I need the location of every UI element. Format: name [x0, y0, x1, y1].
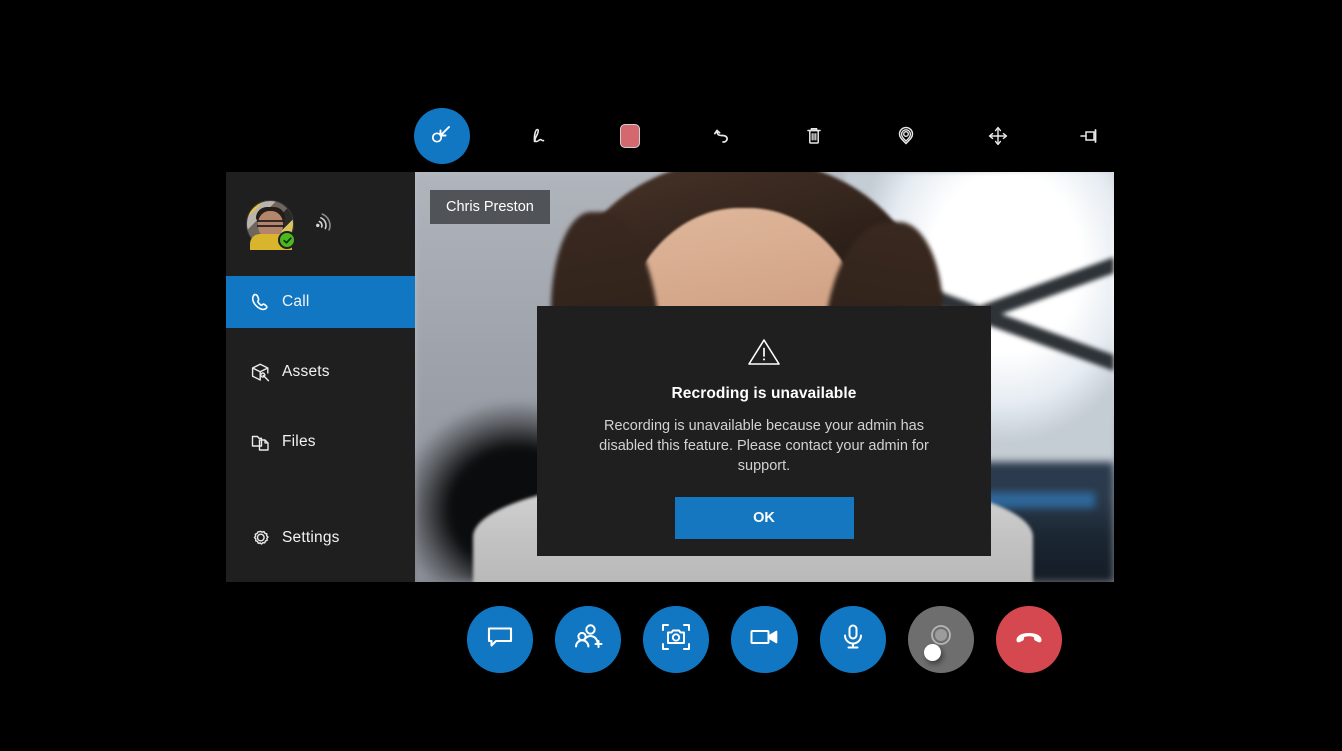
tool-ink-pen[interactable] — [514, 108, 562, 164]
tool-delete[interactable] — [790, 108, 838, 164]
hang-up-icon — [1012, 620, 1046, 659]
sidebar-item-assets[interactable]: Assets — [226, 346, 415, 398]
video-button[interactable] — [731, 606, 797, 673]
avatar[interactable] — [246, 200, 294, 248]
sidebar-item-label: Assets — [282, 363, 330, 381]
recording-unavailable-dialog: Recroding is unavailable Recording is un… — [537, 306, 991, 556]
ink-pen-icon — [523, 121, 553, 151]
select-arrow-icon — [427, 119, 457, 154]
tool-color-swatch[interactable] — [606, 108, 654, 164]
sidebar-profile-header — [226, 172, 415, 276]
snapshot-button[interactable] — [643, 606, 709, 673]
box-3d-icon — [248, 360, 282, 385]
phone-icon — [248, 290, 282, 315]
sidebar-spacer-4 — [226, 564, 415, 582]
mouse-cursor-dot — [924, 644, 941, 661]
pin-tack-icon — [1075, 121, 1105, 151]
files-icon — [248, 430, 282, 455]
annotation-toolbar — [414, 108, 1114, 164]
tool-pin[interactable] — [1066, 108, 1114, 164]
delete-trash-icon — [799, 121, 829, 151]
sidebar-item-files[interactable]: Files — [226, 416, 415, 468]
dialog-message: Recording is unavailable because your ad… — [579, 416, 949, 476]
sidebar: Call Assets — [226, 172, 415, 582]
hang-up-button[interactable] — [996, 606, 1062, 673]
anchor-pin-icon — [891, 121, 921, 151]
sidebar-spacer-2 — [226, 398, 415, 416]
add-person-icon — [571, 620, 605, 659]
add-people-button[interactable] — [555, 606, 621, 673]
sidebar-item-label: Settings — [282, 529, 340, 547]
microphone-button[interactable] — [820, 606, 886, 673]
app-root: Call Assets — [0, 0, 1342, 751]
move-arrows-icon — [983, 121, 1013, 151]
ok-button[interactable]: OK — [675, 497, 854, 539]
sidebar-spacer-1 — [226, 328, 415, 346]
call-controls-bar — [467, 601, 1062, 677]
presence-available-badge — [278, 231, 296, 249]
sidebar-spacer-3 — [226, 468, 415, 512]
undo-icon — [707, 121, 737, 151]
sidebar-item-settings[interactable]: Settings — [226, 512, 415, 564]
gear-icon — [248, 526, 282, 551]
avatar-glasses — [257, 220, 284, 227]
dialog-title: Recroding is unavailable — [671, 385, 856, 403]
snapshot-icon — [659, 620, 693, 659]
warning-triangle-icon — [747, 337, 781, 372]
checkmark-icon — [282, 235, 293, 246]
signal-strength-icon — [310, 208, 338, 241]
tool-move[interactable] — [974, 108, 1022, 164]
participant-name-label: Chris Preston — [430, 190, 550, 224]
record-button[interactable] — [908, 606, 974, 673]
tool-select-arrow[interactable] — [414, 108, 470, 164]
tool-undo[interactable] — [698, 108, 746, 164]
chat-button[interactable] — [467, 606, 533, 673]
sidebar-item-label: Call — [282, 293, 310, 311]
chat-bubble-icon — [483, 620, 517, 659]
video-camera-icon — [747, 620, 781, 659]
tool-anchor-pin[interactable] — [882, 108, 930, 164]
color-swatch-icon — [620, 124, 640, 148]
sidebar-item-call[interactable]: Call — [226, 276, 415, 328]
sidebar-item-label: Files — [282, 433, 316, 451]
microphone-icon — [836, 620, 870, 659]
